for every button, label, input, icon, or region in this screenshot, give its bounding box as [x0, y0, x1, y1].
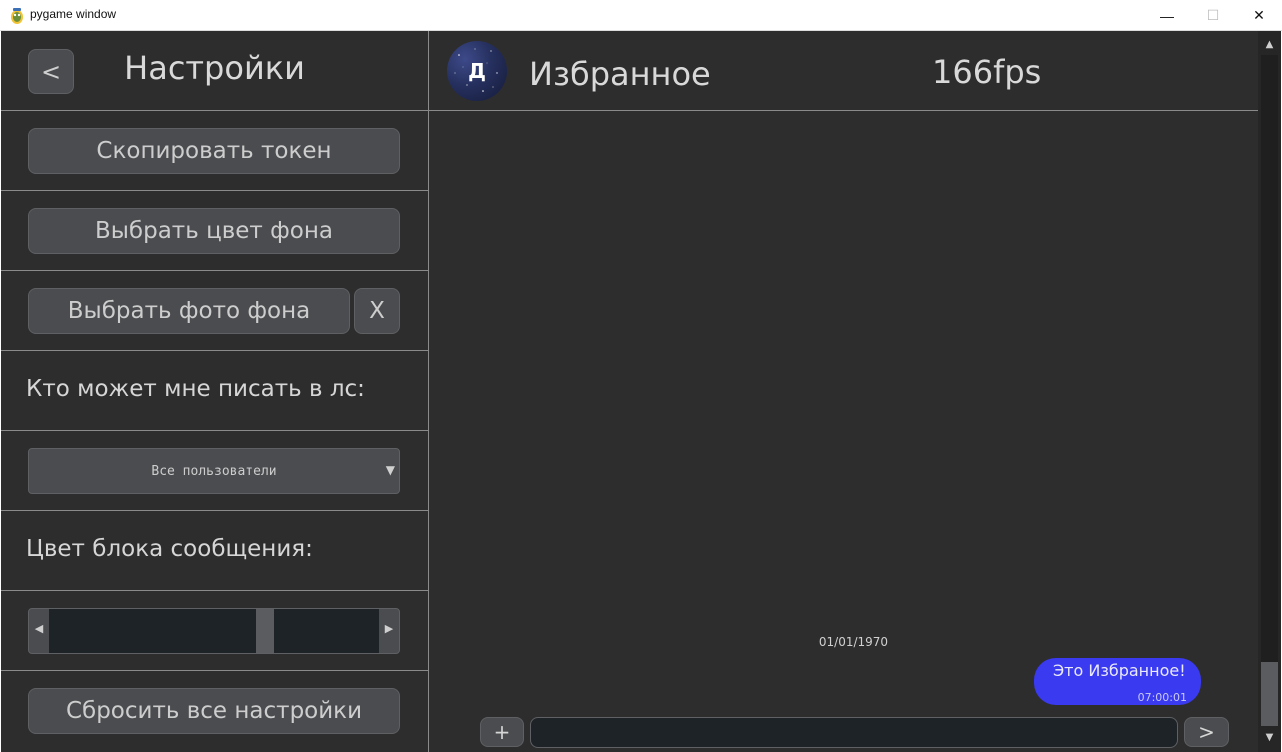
message-time: 07:00:01	[1137, 691, 1187, 704]
app-client-area: Настройки < Скопировать токен Выбрать цв…	[1, 31, 1281, 752]
slider-track[interactable]	[49, 609, 379, 653]
settings-row-msg-color-label: Цвет блока сообщения:	[1, 511, 428, 591]
copy-token-button[interactable]: Скопировать токен	[28, 128, 400, 174]
message-bubble[interactable]: Это Избранное! 07:00:01	[1034, 658, 1201, 705]
chat-panel: Д Избранное 166fps 01/01/1970 Это Избран…	[429, 31, 1258, 752]
pygame-app-icon	[11, 8, 23, 24]
settings-header: Настройки <	[1, 31, 428, 111]
settings-row-dm-dropdown: Все пользователи ▼	[1, 431, 428, 511]
settings-title-text: Настройки	[124, 49, 305, 87]
chat-scrollbar[interactable]: ▲ ▼	[1258, 31, 1281, 752]
choose-bg-color-button[interactable]: Выбрать цвет фона	[28, 208, 400, 254]
scrollbar-thumb[interactable]	[1261, 662, 1278, 726]
settings-row-reset: Сбросить все настройки	[1, 671, 428, 752]
attach-button[interactable]: +	[480, 717, 524, 747]
slider-thumb[interactable]	[256, 609, 274, 653]
chat-header: Д Избранное 166fps	[429, 31, 1258, 111]
dropdown-selected-value: Все пользователи	[151, 463, 277, 479]
message-color-label: Цвет блока сообщения:	[26, 536, 313, 562]
send-button[interactable]: >	[1184, 717, 1229, 747]
chevron-down-icon: ▼	[385, 463, 395, 477]
message-input[interactable]	[530, 717, 1178, 748]
maximize-button[interactable]: ☐	[1190, 0, 1236, 31]
settings-row-bg-color: Выбрать цвет фона	[1, 191, 428, 271]
window-title-bar: pygame window — ☐ ✕	[0, 0, 1282, 31]
settings-sidebar: Настройки < Скопировать токен Выбрать цв…	[1, 31, 429, 752]
reset-settings-button[interactable]: Сбросить все настройки	[28, 688, 400, 734]
settings-row-copy-token: Скопировать токен	[1, 111, 428, 191]
settings-row-msg-color-slider: ◀ ▶	[1, 591, 428, 671]
close-window-button[interactable]: ✕	[1236, 0, 1282, 31]
settings-row-dm-label: Кто может мне писать в лс:	[1, 351, 428, 431]
dm-permission-dropdown[interactable]: Все пользователи ▼	[28, 448, 400, 494]
avatar-letter: Д	[468, 59, 486, 83]
fps-counter: 166fps	[932, 53, 1042, 91]
avatar[interactable]: Д	[447, 41, 507, 101]
chat-name: Избранное	[529, 55, 711, 93]
window-title: pygame window	[30, 7, 117, 21]
back-button[interactable]: <	[28, 49, 74, 94]
scrollbar-track[interactable]	[1261, 55, 1278, 726]
message-text: Это Избранное!	[1053, 661, 1186, 680]
clear-bg-photo-button[interactable]: X	[354, 288, 400, 334]
scroll-down-arrow-icon[interactable]: ▼	[1258, 728, 1281, 748]
settings-row-bg-photo: Выбрать фото фона X	[1, 271, 428, 351]
scroll-up-arrow-icon[interactable]: ▲	[1258, 35, 1281, 55]
message-color-slider[interactable]: ◀ ▶	[28, 608, 400, 654]
slider-right-arrow-icon[interactable]: ▶	[379, 622, 399, 635]
dm-permission-label: Кто может мне писать в лс:	[26, 376, 365, 402]
minimize-button[interactable]: —	[1144, 0, 1190, 31]
slider-left-arrow-icon[interactable]: ◀	[29, 622, 49, 635]
date-separator: 01/01/1970	[818, 635, 889, 649]
choose-bg-photo-button[interactable]: Выбрать фото фона	[28, 288, 350, 334]
